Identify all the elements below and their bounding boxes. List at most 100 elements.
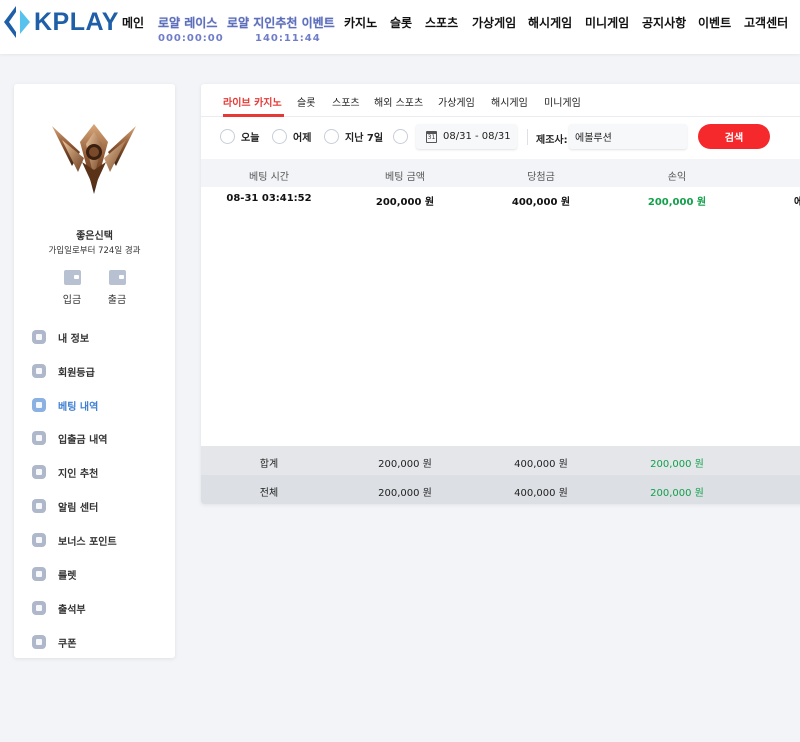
radio-circle: [220, 128, 235, 144]
radio-today[interactable]: 오늘: [220, 127, 259, 145]
nav-event[interactable]: 이벤트: [698, 14, 731, 31]
sidebar-item-label: 쿠폰: [58, 638, 77, 650]
logo-text: KPLAY: [34, 7, 119, 36]
radio-label: 어제: [293, 132, 312, 144]
table-header: 베팅 시간 베팅 금액 당첨금 손익 게: [201, 159, 800, 187]
date-range-picker[interactable]: 31 08/31 - 08/31: [416, 124, 517, 149]
history-icon: [32, 398, 46, 412]
tab-live-casino[interactable]: 라이브 카지노: [223, 94, 282, 109]
date-range-text: 08/31 - 08/31: [443, 131, 511, 142]
nav-mini-game[interactable]: 미니게임: [585, 14, 629, 31]
nav-casino[interactable]: 카지노: [344, 14, 377, 31]
sidebar-item-label: 회원등급: [58, 367, 95, 379]
top-header: KPLAY 메인 로얄 레이스 000:00:00 로얄 지인추천 이벤트 14…: [0, 0, 800, 54]
nav-notice[interactable]: 공지사항: [642, 14, 686, 31]
radio-circle: [324, 128, 339, 144]
sidebar-item-label: 지인 추천: [58, 468, 99, 480]
radio-circle: [393, 128, 408, 144]
sidebar-item-referral[interactable]: 지인 추천: [32, 463, 162, 481]
deposit-button[interactable]: 입금: [52, 270, 92, 306]
sidebar: 좋은신택 가입일로부터 724일 경과 입금 출금 내 정보 회원등급 베팅 내…: [14, 84, 175, 658]
radio-yesterday[interactable]: 어제: [272, 127, 311, 145]
cell-bet-time: 08-31 03:41:52: [226, 193, 312, 204]
sidebar-item-attendance[interactable]: 출석부: [32, 599, 162, 617]
column-header-bet-time: 베팅 시간: [249, 172, 289, 183]
tab-overseas-sports[interactable]: 해외 스포츠: [374, 94, 423, 109]
filter-bar: 오늘 어제 지난 7일 31 08/31 - 08/31 제조사: 검색: [201, 117, 800, 157]
tab-sports[interactable]: 스포츠: [332, 94, 360, 109]
logo[interactable]: KPLAY: [2, 6, 119, 38]
table-row[interactable]: 08-31 03:41:52 200,000 원 400,000 원 200,0…: [201, 187, 800, 211]
sidebar-item-transactions[interactable]: 입출금 내역: [32, 429, 162, 447]
roulette-icon: [32, 567, 46, 581]
divider: [527, 129, 528, 145]
column-header-profit: 손익: [667, 172, 687, 183]
wallet-icon: [32, 431, 46, 445]
withdraw-wallet-icon: [108, 270, 126, 285]
coupon-icon: [32, 635, 46, 649]
nav-royal-race[interactable]: 로얄 레이스: [158, 14, 217, 31]
table-body: 08-31 03:41:52 200,000 원 400,000 원 200,0…: [201, 187, 800, 445]
sidebar-item-notification-center[interactable]: 알림 센터: [32, 497, 162, 515]
user-icon: [32, 330, 46, 344]
royal-race-timer: 000:00:00: [158, 33, 224, 44]
table-footer-total: 전체 200,000 원 400,000 원 200,000 원: [201, 475, 800, 504]
radio-custom-range[interactable]: [393, 127, 408, 145]
rank-emblem-icon: [50, 118, 138, 202]
search-button[interactable]: 검색: [698, 124, 770, 149]
sidebar-item-roulette[interactable]: 룰렛: [32, 565, 162, 583]
footer-profit: 200,000 원: [650, 488, 704, 499]
grade-icon: [32, 364, 46, 378]
column-header-bet-amount: 베팅 금액: [385, 172, 425, 183]
sidebar-item-member-grade[interactable]: 회원등급: [32, 362, 162, 380]
sidebar-item-coupon[interactable]: 쿠폰: [32, 633, 162, 651]
sidebar-item-label: 룰렛: [58, 570, 77, 582]
sidebar-item-label: 알림 센터: [58, 502, 99, 514]
calendar-icon: 31: [426, 130, 437, 143]
nav-sports[interactable]: 스포츠: [425, 14, 458, 31]
footer-payout: 400,000 원: [514, 459, 568, 470]
tab-virtual-game[interactable]: 가상게임: [438, 94, 475, 109]
betting-history-panel: 라이브 카지노 슬롯 스포츠 해외 스포츠 가상게임 해시게임 미니게임 오늘 …: [201, 84, 800, 504]
heart-icon: [32, 465, 46, 479]
sidebar-item-label: 베팅 내역: [58, 401, 99, 413]
cell-payout: 400,000 원: [511, 197, 571, 208]
withdraw-label: 출금: [107, 295, 127, 306]
cell-game: 에: [794, 197, 800, 208]
username: 좋은신택: [76, 231, 113, 242]
sidebar-item-label: 입출금 내역: [58, 434, 108, 446]
sidebar-item-label: 출석부: [58, 604, 86, 616]
nav-hash-game[interactable]: 해시게임: [528, 14, 572, 31]
nav-customer-center[interactable]: 고객센터: [744, 14, 788, 31]
footer-label: 전체: [259, 488, 279, 499]
tab-mini-game[interactable]: 미니게임: [544, 94, 581, 109]
sidebar-item-betting-history[interactable]: 베팅 내역: [32, 396, 162, 414]
deposit-label: 입금: [62, 295, 82, 306]
join-info: 가입일로부터 724일 경과: [48, 246, 141, 256]
footer-label: 합계: [259, 459, 279, 470]
nav-virtual-game[interactable]: 가상게임: [472, 14, 516, 31]
radio-last-7-days[interactable]: 지난 7일: [324, 127, 383, 145]
provider-input[interactable]: [569, 124, 687, 149]
radio-circle: [272, 128, 287, 144]
game-tabs: 라이브 카지노 슬롯 스포츠 해외 스포츠 가상게임 해시게임 미니게임: [201, 84, 800, 117]
column-header-payout: 당첨금: [527, 172, 555, 183]
chat-icon: [32, 499, 46, 513]
nav-slot[interactable]: 슬롯: [390, 14, 412, 31]
nav-main[interactable]: 메인: [122, 14, 144, 31]
bonus-icon: [32, 533, 46, 547]
deposit-wallet-icon: [63, 270, 81, 285]
tab-slot[interactable]: 슬롯: [297, 94, 315, 109]
sidebar-item-bonus-point[interactable]: 보너스 포인트: [32, 531, 162, 549]
footer-payout: 400,000 원: [514, 488, 568, 499]
kplay-logo-icon: [4, 6, 30, 38]
sidebar-item-my-info[interactable]: 내 정보: [32, 328, 162, 346]
nav-royal-referral-event[interactable]: 로얄 지인추천 이벤트: [227, 14, 335, 31]
withdraw-button[interactable]: 출금: [97, 270, 137, 306]
tab-hash-game[interactable]: 해시게임: [491, 94, 528, 109]
sidebar-item-label: 보너스 포인트: [58, 536, 117, 548]
provider-label: 제조사:: [536, 135, 568, 146]
cell-profit: 200,000 원: [647, 197, 707, 208]
sidebar-item-label: 내 정보: [58, 333, 90, 345]
table-footer-subtotal: 합계 200,000 원 400,000 원 200,000 원: [201, 446, 800, 475]
